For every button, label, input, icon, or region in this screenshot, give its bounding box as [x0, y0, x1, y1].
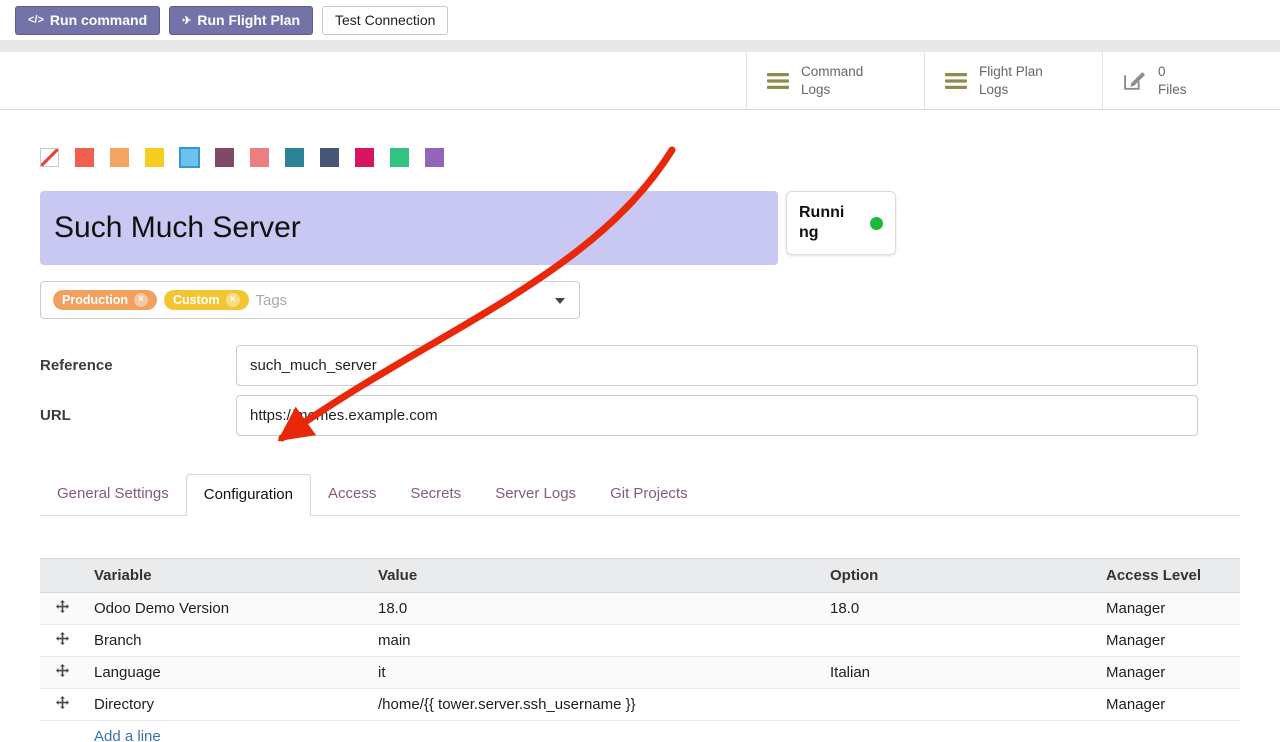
- status-label: Running: [799, 203, 846, 243]
- status-button[interactable]: Running: [786, 191, 896, 255]
- files-count-label: 0Files: [1158, 63, 1187, 98]
- status-green-dot-icon: [870, 217, 883, 230]
- column-header-access-level[interactable]: Access Level: [1096, 559, 1240, 593]
- column-header-option[interactable]: Option: [820, 559, 1096, 593]
- run-command-label: Run command: [50, 12, 147, 28]
- cell-variable[interactable]: Language: [84, 657, 368, 689]
- cell-variable[interactable]: Directory: [84, 689, 368, 721]
- url-input[interactable]: https://memes.example.com: [236, 395, 1198, 436]
- notebook-tabs: General Settings Configuration Access Se…: [40, 474, 1240, 516]
- tab-general-settings[interactable]: General Settings: [40, 474, 186, 515]
- tags-input[interactable]: Production × Custom × Tags: [40, 281, 580, 319]
- color-swatch-3[interactable]: [145, 148, 164, 167]
- add-line-row: Add a line: [40, 721, 1240, 742]
- cell-option[interactable]: 18.0: [820, 593, 1096, 625]
- run-command-button[interactable]: </> Run command: [15, 6, 160, 35]
- server-form-page: </> Run command ✈ Run Flight Plan Test C…: [0, 0, 1280, 742]
- add-a-line-link[interactable]: Add a line: [94, 728, 161, 742]
- tag-production[interactable]: Production ×: [53, 290, 157, 310]
- cell-option[interactable]: [820, 689, 1096, 721]
- tag-custom[interactable]: Custom ×: [164, 290, 249, 310]
- table-row[interactable]: Branch main Manager: [40, 625, 1240, 657]
- server-name-input[interactable]: Such Much Server: [40, 191, 778, 265]
- cell-option[interactable]: Italian: [820, 657, 1096, 689]
- tab-secrets[interactable]: Secrets: [393, 474, 478, 515]
- field-group: Reference such_much_server URL https://m…: [40, 345, 1198, 436]
- list-icon: [945, 72, 967, 90]
- list-icon: [767, 72, 789, 90]
- tags-placeholder: Tags: [256, 292, 288, 309]
- cell-access-level[interactable]: Manager: [1096, 657, 1240, 689]
- run-flight-plan-label: Run Flight Plan: [197, 12, 300, 28]
- title-row: Such Much Server Running: [40, 191, 1240, 265]
- configuration-table: Variable Value Option Access Level Odoo …: [40, 558, 1240, 742]
- table-row[interactable]: Language it Italian Manager: [40, 657, 1240, 689]
- color-swatch-4[interactable]: [180, 148, 199, 167]
- reference-label: Reference: [40, 357, 236, 374]
- paper-plane-icon: ✈: [182, 14, 191, 27]
- table-row[interactable]: Odoo Demo Version 18.0 18.0 Manager: [40, 593, 1240, 625]
- url-field-row: URL https://memes.example.com: [40, 395, 1198, 436]
- color-swatch-2[interactable]: [110, 148, 129, 167]
- pencil-edit-icon: [1123, 70, 1146, 91]
- drag-handle-icon[interactable]: [40, 689, 84, 721]
- color-swatch-0[interactable]: [40, 148, 59, 167]
- table-row[interactable]: Directory /home/{{ tower.server.ssh_user…: [40, 689, 1240, 721]
- form-sheet: Such Much Server Running Production × Cu…: [0, 110, 1280, 742]
- tab-git-projects[interactable]: Git Projects: [593, 474, 705, 515]
- column-header-value[interactable]: Value: [368, 559, 820, 593]
- tag-label: Custom: [173, 293, 220, 307]
- test-connection-label: Test Connection: [335, 12, 435, 28]
- color-swatch-11[interactable]: [425, 148, 444, 167]
- tab-configuration[interactable]: Configuration: [186, 474, 311, 516]
- reference-input[interactable]: such_much_server: [236, 345, 1198, 386]
- reference-field-row: Reference such_much_server: [40, 345, 1198, 386]
- flight-plan-logs-label: Flight PlanLogs: [979, 63, 1043, 98]
- color-swatch-7[interactable]: [285, 148, 304, 167]
- cell-variable[interactable]: Odoo Demo Version: [84, 593, 368, 625]
- flight-plan-logs-stat-button[interactable]: Flight PlanLogs: [924, 52, 1102, 109]
- tab-server-logs[interactable]: Server Logs: [478, 474, 593, 515]
- cell-value[interactable]: /home/{{ tower.server.ssh_username }}: [368, 689, 820, 721]
- cell-value[interactable]: 18.0: [368, 593, 820, 625]
- cell-option[interactable]: [820, 625, 1096, 657]
- command-logs-stat-button[interactable]: CommandLogs: [746, 52, 924, 109]
- table-header-row: Variable Value Option Access Level: [40, 559, 1240, 593]
- cell-access-level[interactable]: Manager: [1096, 689, 1240, 721]
- color-swatch-9[interactable]: [355, 148, 374, 167]
- test-connection-button[interactable]: Test Connection: [322, 6, 448, 35]
- color-picker: [40, 148, 1240, 167]
- remove-tag-icon[interactable]: ×: [134, 293, 148, 307]
- cell-access-level[interactable]: Manager: [1096, 625, 1240, 657]
- column-header-variable[interactable]: Variable: [84, 559, 368, 593]
- run-flight-plan-button[interactable]: ✈ Run Flight Plan: [169, 6, 313, 35]
- url-label: URL: [40, 407, 236, 424]
- cell-value[interactable]: main: [368, 625, 820, 657]
- drag-handle-icon[interactable]: [40, 657, 84, 689]
- dropdown-caret-icon[interactable]: [555, 298, 565, 304]
- empty-cell: [40, 721, 84, 742]
- stat-button-row: CommandLogs Flight PlanLogs 0Files: [0, 52, 1280, 110]
- color-swatch-6[interactable]: [250, 148, 269, 167]
- color-swatch-10[interactable]: [390, 148, 409, 167]
- action-toolbar: </> Run command ✈ Run Flight Plan Test C…: [0, 0, 1280, 40]
- cell-access-level[interactable]: Manager: [1096, 593, 1240, 625]
- color-swatch-5[interactable]: [215, 148, 234, 167]
- separator-strip: [0, 40, 1280, 52]
- color-swatch-8[interactable]: [320, 148, 339, 167]
- code-icon: </>: [28, 14, 44, 26]
- color-swatch-1[interactable]: [75, 148, 94, 167]
- drag-handle-icon[interactable]: [40, 593, 84, 625]
- command-logs-label: CommandLogs: [801, 63, 863, 98]
- cell-variable[interactable]: Branch: [84, 625, 368, 657]
- tag-label: Production: [62, 293, 128, 307]
- tab-access[interactable]: Access: [311, 474, 393, 515]
- cell-value[interactable]: it: [368, 657, 820, 689]
- remove-tag-icon[interactable]: ×: [226, 293, 240, 307]
- handle-column-header: [40, 559, 84, 593]
- files-stat-button[interactable]: 0Files: [1102, 52, 1280, 109]
- drag-handle-icon[interactable]: [40, 625, 84, 657]
